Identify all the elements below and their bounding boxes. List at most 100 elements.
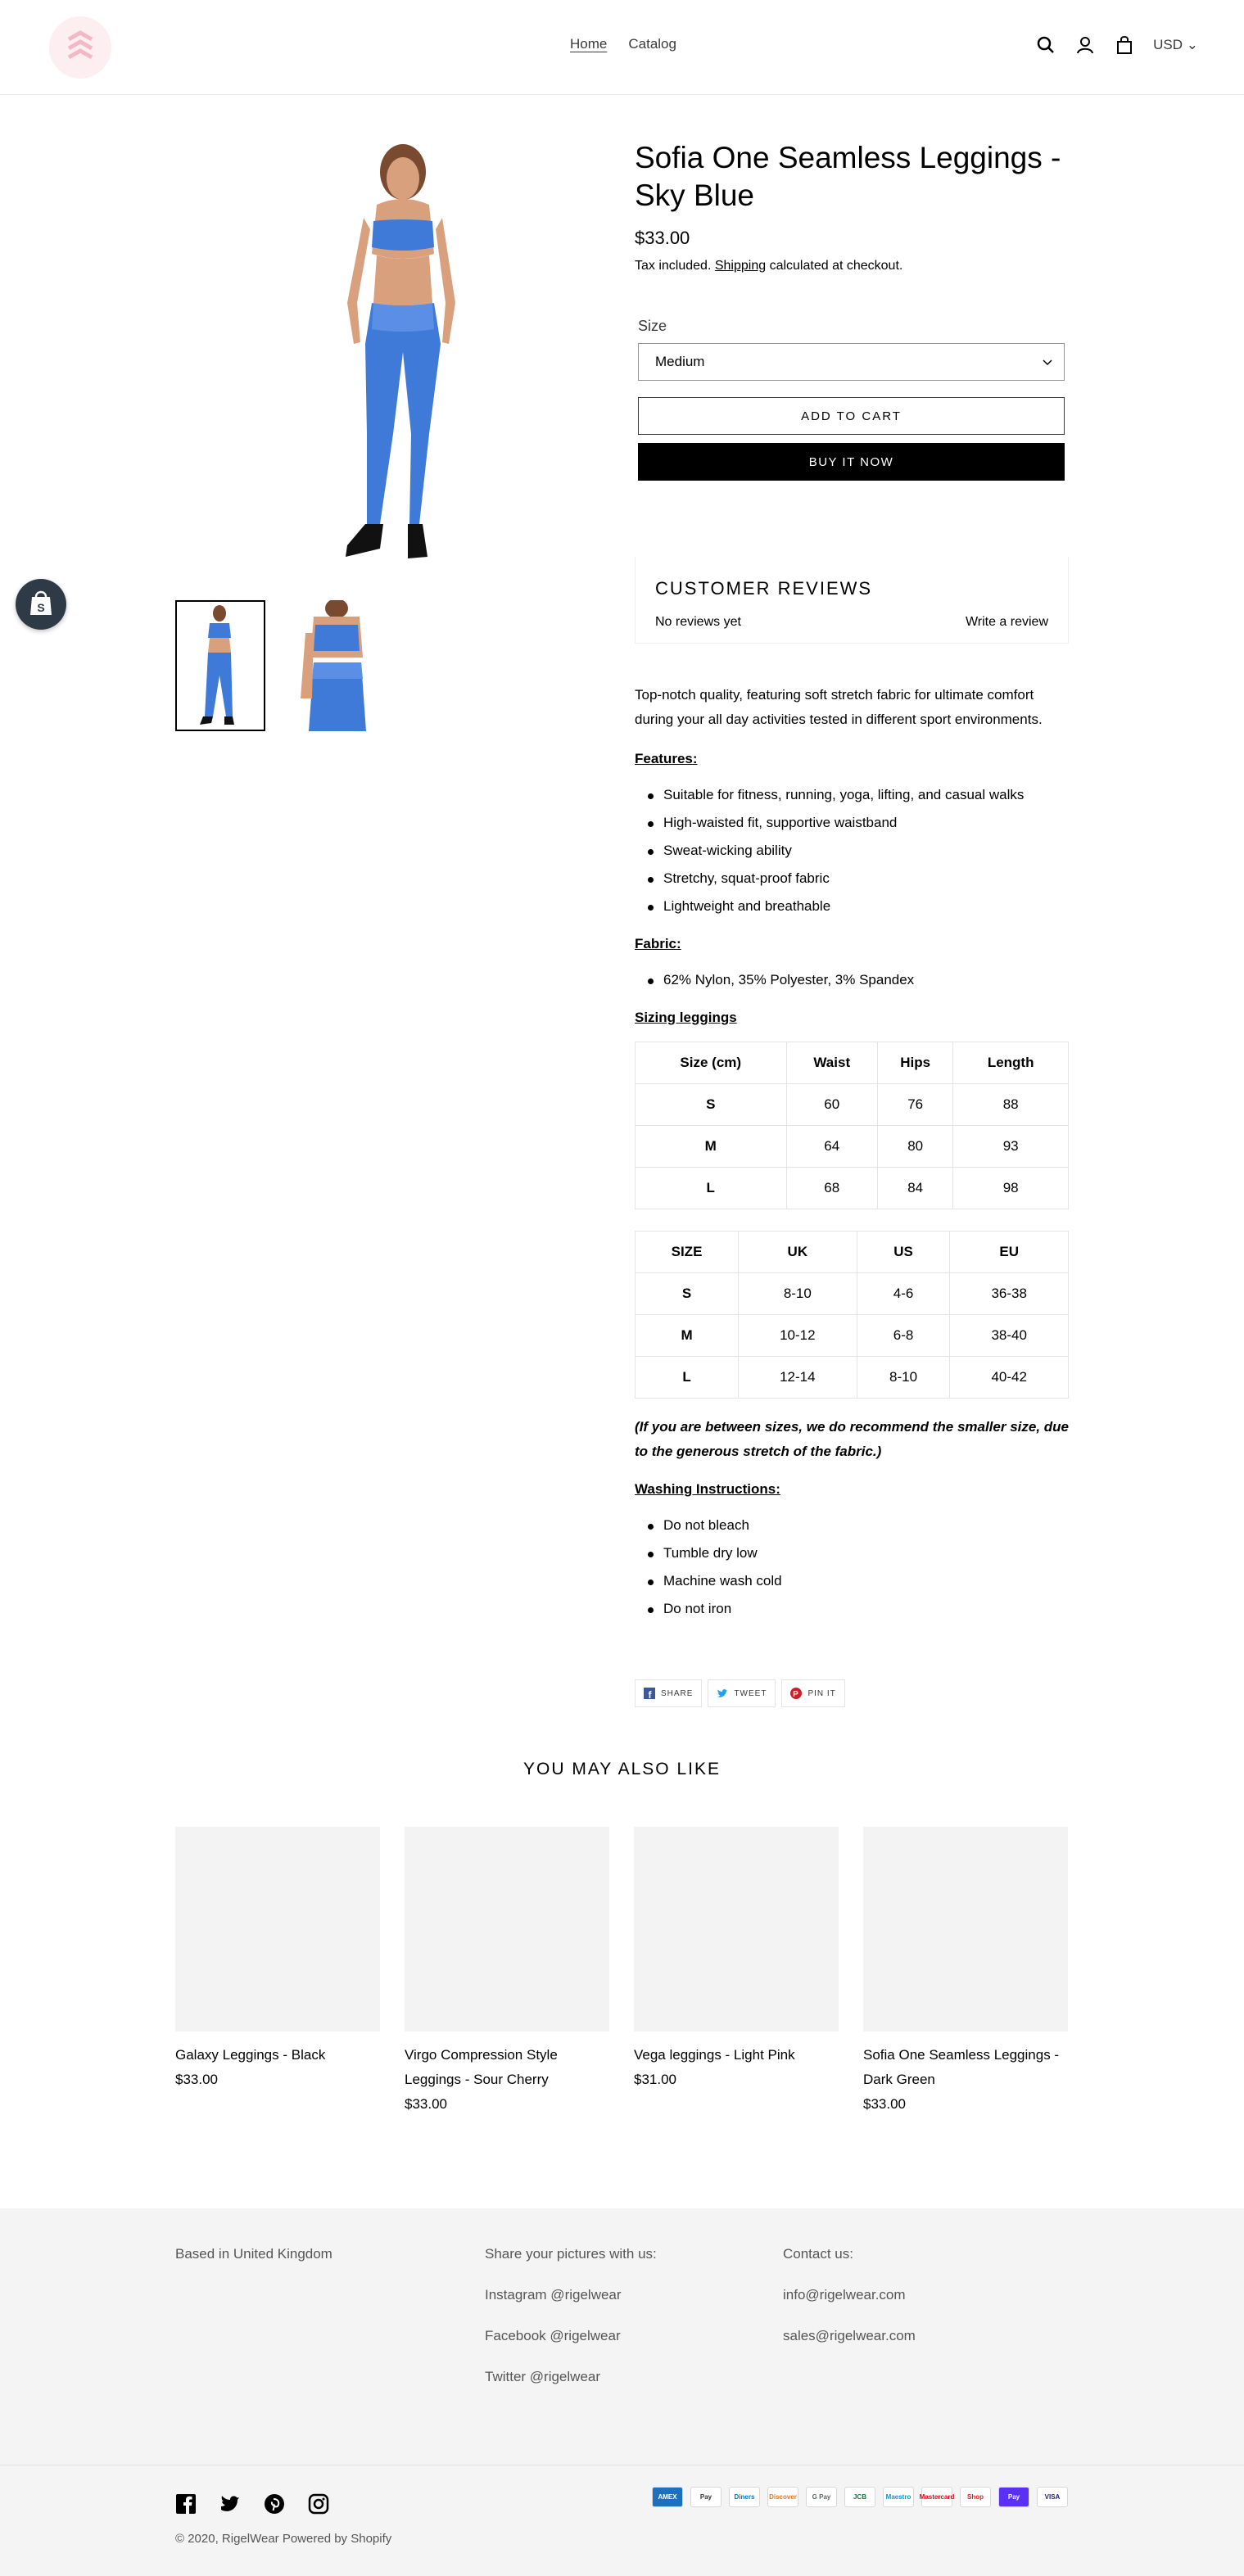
table-cell: 98 [952, 1167, 1069, 1209]
facebook-icon[interactable] [175, 2493, 197, 2515]
pinterest-icon[interactable] [264, 2493, 285, 2515]
list-item: Do not iron [635, 1595, 1069, 1623]
table-cell: 64 [785, 1125, 879, 1168]
related-product-name[interactable]: Virgo Compression Style Leggings - Sour … [405, 2043, 609, 2092]
cart-icon[interactable] [1114, 34, 1135, 56]
search-icon[interactable] [1035, 34, 1056, 56]
related-product-name[interactable]: Sofia One Seamless Leggings - Dark Green [863, 2043, 1068, 2092]
share-pinterest-button[interactable]: P PIN IT [781, 1679, 845, 1707]
related-product-price: $33.00 [175, 2072, 218, 2087]
shop-bag-icon: Shop [960, 2487, 991, 2507]
table-cell: Hips [877, 1042, 954, 1084]
table-cell: 93 [952, 1125, 1069, 1168]
related-product[interactable]: Vega leggings - Light Pink $31.00 [634, 1827, 839, 2092]
related-product-name[interactable]: Galaxy Leggings - Black [175, 2043, 380, 2068]
table-cell: M [634, 1314, 740, 1357]
washing-list: Do not bleach Tumble dry low Machine was… [635, 1512, 1069, 1623]
washing-heading: Washing Instructions: [635, 1481, 780, 1497]
share-twitter-button[interactable]: TWEET [708, 1679, 776, 1707]
account-icon[interactable] [1074, 34, 1096, 56]
nav-catalog[interactable]: Catalog [628, 36, 676, 52]
table-cell: US [856, 1231, 951, 1273]
list-item: Do not bleach [635, 1512, 1069, 1539]
related-product-image[interactable] [405, 1827, 609, 2031]
add-to-cart-button[interactable]: ADD TO CART [638, 397, 1065, 435]
table-cell: 8-10 [856, 1356, 951, 1399]
footer-social-icons [175, 2493, 329, 2515]
table-cell: S [635, 1083, 787, 1126]
table-cell: M [635, 1125, 787, 1168]
footer-social-twitter[interactable]: Twitter @rigelwear [485, 2367, 657, 2387]
footer-social-facebook[interactable]: Facebook @rigelwear [485, 2326, 657, 2346]
list-item: Suitable for fitness, running, yoga, lif… [635, 781, 1069, 809]
chevron-down-icon: ⌄ [1186, 37, 1198, 52]
product-thumbnail-2[interactable] [289, 599, 379, 731]
footer-share-heading: Share your pictures with us: [485, 2246, 657, 2262]
footer-email-sales[interactable]: sales@rigelwear.com [783, 2326, 916, 2346]
table-cell: Waist [785, 1042, 879, 1084]
table-cell: 88 [952, 1083, 1069, 1126]
tax-note: Tax included. Shipping calculated at che… [635, 259, 1069, 273]
maestro-icon: Maestro [883, 2487, 914, 2507]
customer-reviews: CUSTOMER REVIEWS No reviews yet Write a … [635, 557, 1069, 644]
logo-chevrons-icon [67, 30, 93, 60]
related-product[interactable]: Virgo Compression Style Leggings - Sour … [405, 1827, 609, 2117]
table-cell: 36-38 [949, 1272, 1069, 1315]
product-price: $33.00 [635, 228, 690, 248]
product-main-image[interactable] [288, 139, 509, 570]
share-facebook-label: SHARE [661, 1688, 694, 1698]
table-cell: 60 [785, 1083, 879, 1126]
table-row: L 12-14 8-10 40-42 [634, 1356, 1069, 1399]
related-product-image[interactable] [175, 1827, 380, 2031]
table-row: SIZE UK US EU [634, 1231, 1069, 1273]
table-cell: SIZE [634, 1231, 740, 1273]
nav-home[interactable]: Home [570, 36, 607, 52]
tax-prefix: Tax included. [635, 259, 712, 273]
write-review-link[interactable]: Write a review [966, 615, 1048, 630]
sizing-heading: Sizing leggings [635, 1010, 737, 1025]
jcb-icon: JCB [844, 2487, 875, 2507]
related-product-image[interactable] [863, 1827, 1068, 2031]
table-cell: EU [949, 1231, 1069, 1273]
related-product-name[interactable]: Vega leggings - Light Pink [634, 2043, 839, 2068]
share-facebook-button[interactable]: f SHARE [635, 1679, 703, 1707]
shopify-bag-icon[interactable]: S [16, 579, 66, 630]
tax-suffix: calculated at checkout. [769, 259, 903, 273]
store-logo[interactable] [49, 16, 111, 79]
table-cell: 40-42 [949, 1356, 1069, 1399]
twitter-icon[interactable] [219, 2493, 241, 2515]
visa-icon: VISA [1037, 2487, 1068, 2507]
footer-social-instagram[interactable]: Instagram @rigelwear [485, 2285, 657, 2305]
related-product[interactable]: Galaxy Leggings - Black $33.00 [175, 1827, 380, 2092]
related-product[interactable]: Sofia One Seamless Leggings - Dark Green… [863, 1827, 1068, 2117]
list-item: High-waisted fit, supportive waistband [635, 809, 1069, 837]
table-row: M 64 80 93 [635, 1125, 1069, 1168]
table-cell: Size (cm) [635, 1042, 787, 1084]
shipping-link[interactable]: Shipping [715, 259, 766, 273]
header-actions: USD ⌄ [1035, 34, 1198, 56]
svg-text:S: S [37, 601, 44, 614]
instagram-icon[interactable] [308, 2493, 329, 2515]
footer-email-info[interactable]: info@rigelwear.com [783, 2285, 916, 2305]
table-cell: 68 [785, 1167, 879, 1209]
table-cell: Length [952, 1042, 1069, 1084]
list-item: Sweat-wicking ability [635, 837, 1069, 865]
buy-now-button[interactable]: BUY IT NOW [638, 443, 1065, 481]
fabric-list: 62% Nylon, 35% Polyester, 3% Spandex [635, 966, 1069, 994]
twitter-icon [717, 1689, 728, 1697]
table-cell: 6-8 [856, 1314, 951, 1357]
related-product-price: $33.00 [863, 2096, 906, 2112]
table-row: S 60 76 88 [635, 1083, 1069, 1126]
footer-copyright: © 2020, RigelWear Powered by Shopify [175, 2532, 392, 2546]
product-title: Sofia One Seamless Leggings - Sky Blue [635, 141, 1061, 212]
size-select[interactable]: Medium [638, 343, 1065, 381]
size-selected-value: Medium [655, 354, 705, 369]
table-cell: 4-6 [856, 1272, 951, 1315]
svg-text:f: f [649, 1689, 653, 1699]
currency-selector[interactable]: USD ⌄ [1153, 37, 1198, 53]
amex-icon: AMEX [652, 2487, 683, 2507]
product-thumbnail-1[interactable] [175, 600, 265, 731]
related-product-image[interactable] [634, 1827, 839, 2031]
reviews-empty-text: No reviews yet [655, 615, 741, 629]
footer-location: Based in United Kingdom [175, 2246, 332, 2262]
